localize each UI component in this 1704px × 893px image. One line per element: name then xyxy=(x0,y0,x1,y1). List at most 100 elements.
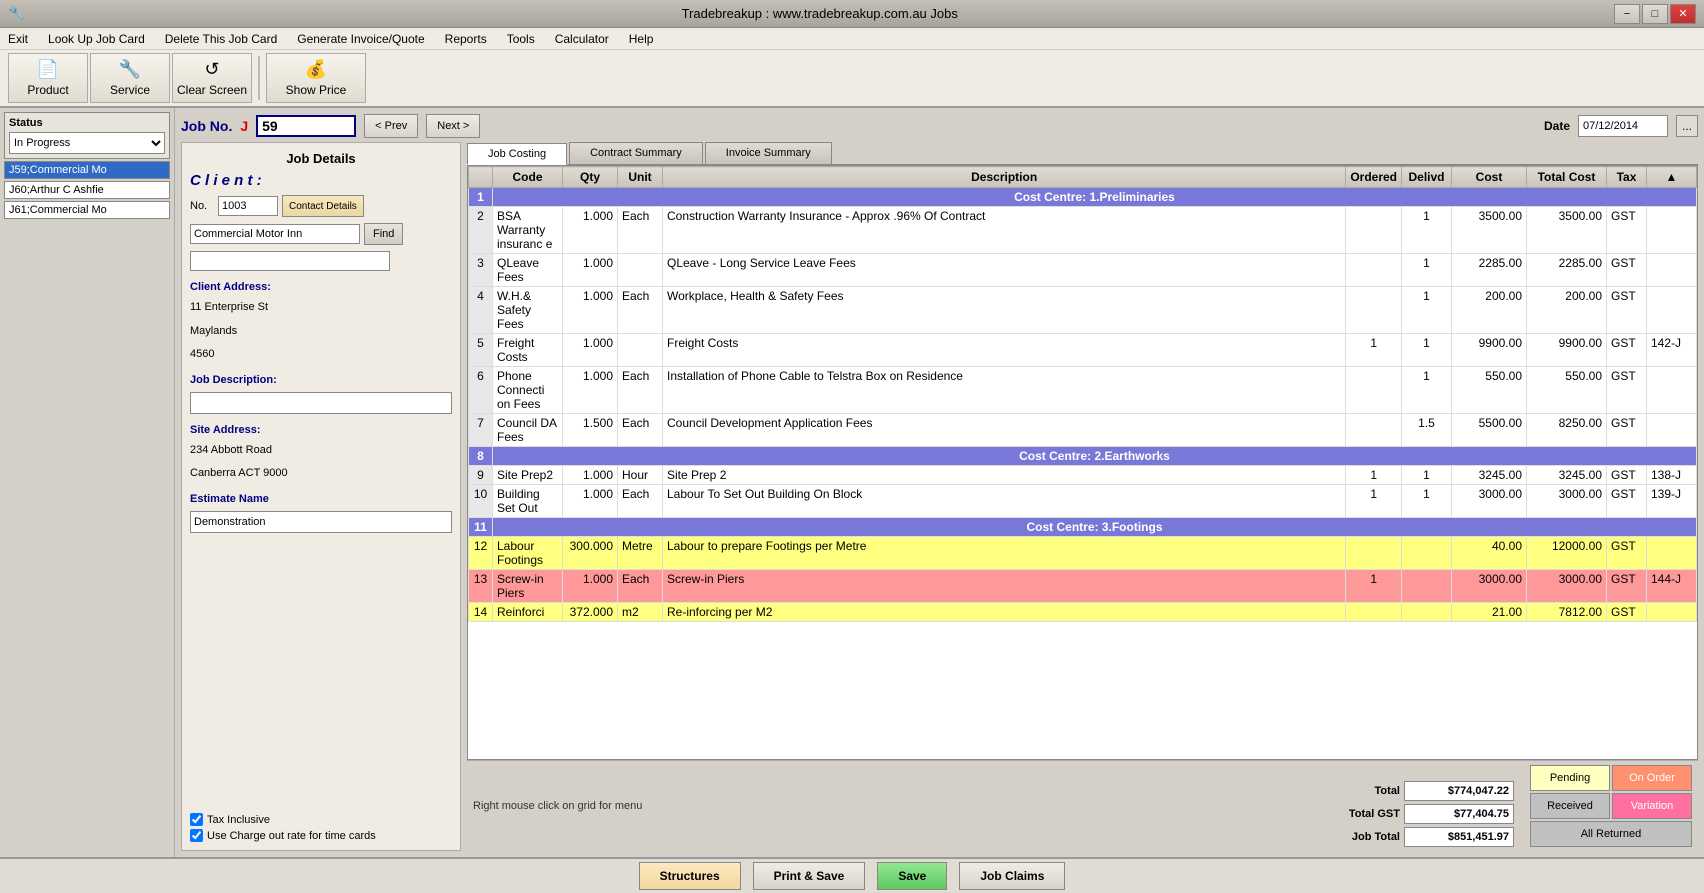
table-row[interactable]: 3 QLeave Fees 1.000 QLeave - Long Servic… xyxy=(469,254,1697,287)
right-click-msg: Right mouse click on grid for menu xyxy=(473,800,642,812)
table-row[interactable]: 6 Phone Connecti on Fees 1.000 Each Inst… xyxy=(469,367,1697,414)
col-rownum xyxy=(469,167,493,188)
cell-description: Freight Costs xyxy=(663,334,1346,367)
tab-job-costing[interactable]: Job Costing xyxy=(467,143,567,165)
row-num: 1 xyxy=(469,188,493,207)
cell-code: Building Set Out xyxy=(493,485,563,518)
cell-ordered: 1 xyxy=(1346,485,1402,518)
job-header: Job No. J < Prev Next > Date ... xyxy=(181,114,1698,138)
client-extra-input[interactable] xyxy=(190,251,390,271)
col-extra: ▲ xyxy=(1647,167,1697,188)
product-label: Product xyxy=(27,83,68,97)
cell-description: Labour To Set Out Building On Block xyxy=(663,485,1346,518)
cell-extra xyxy=(1647,414,1697,447)
cell-description: Construction Warranty Insurance - Approx… xyxy=(663,207,1346,254)
received-button[interactable]: Received xyxy=(1530,793,1610,819)
table-row[interactable]: 4 W.H.& Safety Fees 1.000 Each Workplace… xyxy=(469,287,1697,334)
cell-tax: GST xyxy=(1607,254,1647,287)
prev-button[interactable]: < Prev xyxy=(364,114,418,138)
status-select[interactable]: In Progress Completed On Hold xyxy=(9,132,165,154)
find-button[interactable]: Find xyxy=(364,223,403,245)
job-claims-button[interactable]: Job Claims xyxy=(959,862,1065,890)
menu-reports[interactable]: Reports xyxy=(441,30,491,48)
menu-exit[interactable]: Exit xyxy=(4,30,32,48)
next-button[interactable]: Next > xyxy=(426,114,480,138)
cell-code: W.H.& Safety Fees xyxy=(493,287,563,334)
date-picker-button[interactable]: ... xyxy=(1676,115,1698,137)
tax-inclusive-checkbox[interactable] xyxy=(190,813,203,826)
table-row[interactable]: 14 Reinforci 372.000 m2 Re-inforcing per… xyxy=(469,603,1697,622)
table-row[interactable]: 8 Cost Centre: 2.Earthworks xyxy=(469,447,1697,466)
date-input[interactable] xyxy=(1578,115,1668,137)
menu-help[interactable]: Help xyxy=(625,30,658,48)
table-row[interactable]: 9 Site Prep2 1.000 Hour Site Prep 2 1 1 … xyxy=(469,466,1697,485)
client-no-input[interactable] xyxy=(218,196,278,216)
job-list-item-j60[interactable]: J60;Arthur C Ashfie xyxy=(4,181,170,199)
service-button[interactable]: 🔧 Service xyxy=(90,53,170,103)
client-name-input[interactable] xyxy=(190,224,360,244)
cell-qty: 1.000 xyxy=(563,466,618,485)
menu-delete-job-card[interactable]: Delete This Job Card xyxy=(161,30,282,48)
close-button[interactable]: ✕ xyxy=(1670,4,1696,24)
menu-generate-invoice[interactable]: Generate Invoice/Quote xyxy=(293,30,428,48)
tab-contract-summary[interactable]: Contract Summary xyxy=(569,142,703,164)
service-icon: 🔧 xyxy=(119,59,141,80)
minimize-button[interactable]: − xyxy=(1614,4,1640,24)
menu-calculator[interactable]: Calculator xyxy=(551,30,613,48)
on-order-button[interactable]: On Order xyxy=(1612,765,1692,791)
job-description-input[interactable] xyxy=(190,392,452,414)
job-list-item-j59[interactable]: J59;Commercial Mo xyxy=(4,161,170,179)
table-row[interactable]: 7 Council DA Fees 1.500 Each Council Dev… xyxy=(469,414,1697,447)
variation-button[interactable]: Variation xyxy=(1612,793,1692,819)
cell-extra xyxy=(1647,537,1697,570)
clear-screen-button[interactable]: ↺ Clear Screen xyxy=(172,53,252,103)
job-total-row: Job Total xyxy=(1320,827,1514,847)
cell-qty: 1.000 xyxy=(563,287,618,334)
table-row[interactable]: 1 Cost Centre: 1.Preliminaries xyxy=(469,188,1697,207)
cell-qty: 1.000 xyxy=(563,254,618,287)
totals-area: Total Total GST Job Total xyxy=(1320,765,1692,847)
structures-button[interactable]: Structures xyxy=(639,862,741,890)
cell-ordered xyxy=(1346,287,1402,334)
table-row[interactable]: 12 Labour Footings 300.000 Metre Labour … xyxy=(469,537,1697,570)
status-group-label: Status xyxy=(9,117,165,129)
table-row[interactable]: 11 Cost Centre: 3.Footings xyxy=(469,518,1697,537)
product-button[interactable]: 📄 Product xyxy=(8,53,88,103)
cell-ordered xyxy=(1346,207,1402,254)
table-row[interactable]: 13 Screw-in Piers 1.000 Each Screw-in Pi… xyxy=(469,570,1697,603)
client-address-line3: 4560 xyxy=(190,346,452,364)
row-num: 7 xyxy=(469,414,493,447)
all-returned-button[interactable]: All Returned xyxy=(1530,821,1692,847)
cell-cost: 3000.00 xyxy=(1452,570,1527,603)
col-unit: Unit xyxy=(618,167,663,188)
show-price-button[interactable]: 💰 Show Price xyxy=(266,53,366,103)
status-group: Status In Progress Completed On Hold xyxy=(4,112,170,159)
tab-invoice-summary[interactable]: Invoice Summary xyxy=(705,142,832,164)
job-no-input[interactable] xyxy=(256,115,356,137)
maximize-button[interactable]: □ xyxy=(1642,4,1668,24)
table-row[interactable]: 2 BSA Warranty insuranc e 1.000 Each Con… xyxy=(469,207,1697,254)
row-num: 6 xyxy=(469,367,493,414)
cell-tax: GST xyxy=(1607,603,1647,622)
menu-lookup-job-card[interactable]: Look Up Job Card xyxy=(44,30,149,48)
save-button[interactable]: Save xyxy=(877,862,947,890)
print-save-button[interactable]: Print & Save xyxy=(753,862,866,890)
cell-total-cost: 2285.00 xyxy=(1527,254,1607,287)
job-list-item-j61[interactable]: J61;Commercial Mo xyxy=(4,201,170,219)
charge-rate-row: Use Charge out rate for time cards xyxy=(190,829,452,842)
cell-code: Labour Footings xyxy=(493,537,563,570)
table-row[interactable]: 5 Freight Costs 1.000 Freight Costs 1 1 … xyxy=(469,334,1697,367)
cell-cost: 21.00 xyxy=(1452,603,1527,622)
site-address-line1: 234 Abbott Road xyxy=(190,442,452,460)
job-costing-table: Code Qty Unit Description Ordered Delivd… xyxy=(468,166,1697,622)
charge-rate-checkbox[interactable] xyxy=(190,829,203,842)
cell-delivd: 1 xyxy=(1402,287,1452,334)
cell-qty: 300.000 xyxy=(563,537,618,570)
menu-tools[interactable]: Tools xyxy=(503,30,539,48)
contact-details-button[interactable]: Contact Details xyxy=(282,195,364,217)
row-num: 5 xyxy=(469,334,493,367)
estimate-name-input[interactable] xyxy=(190,511,452,533)
col-ordered: Ordered xyxy=(1346,167,1402,188)
pending-button[interactable]: Pending xyxy=(1530,765,1610,791)
table-row[interactable]: 10 Building Set Out 1.000 Each Labour To… xyxy=(469,485,1697,518)
